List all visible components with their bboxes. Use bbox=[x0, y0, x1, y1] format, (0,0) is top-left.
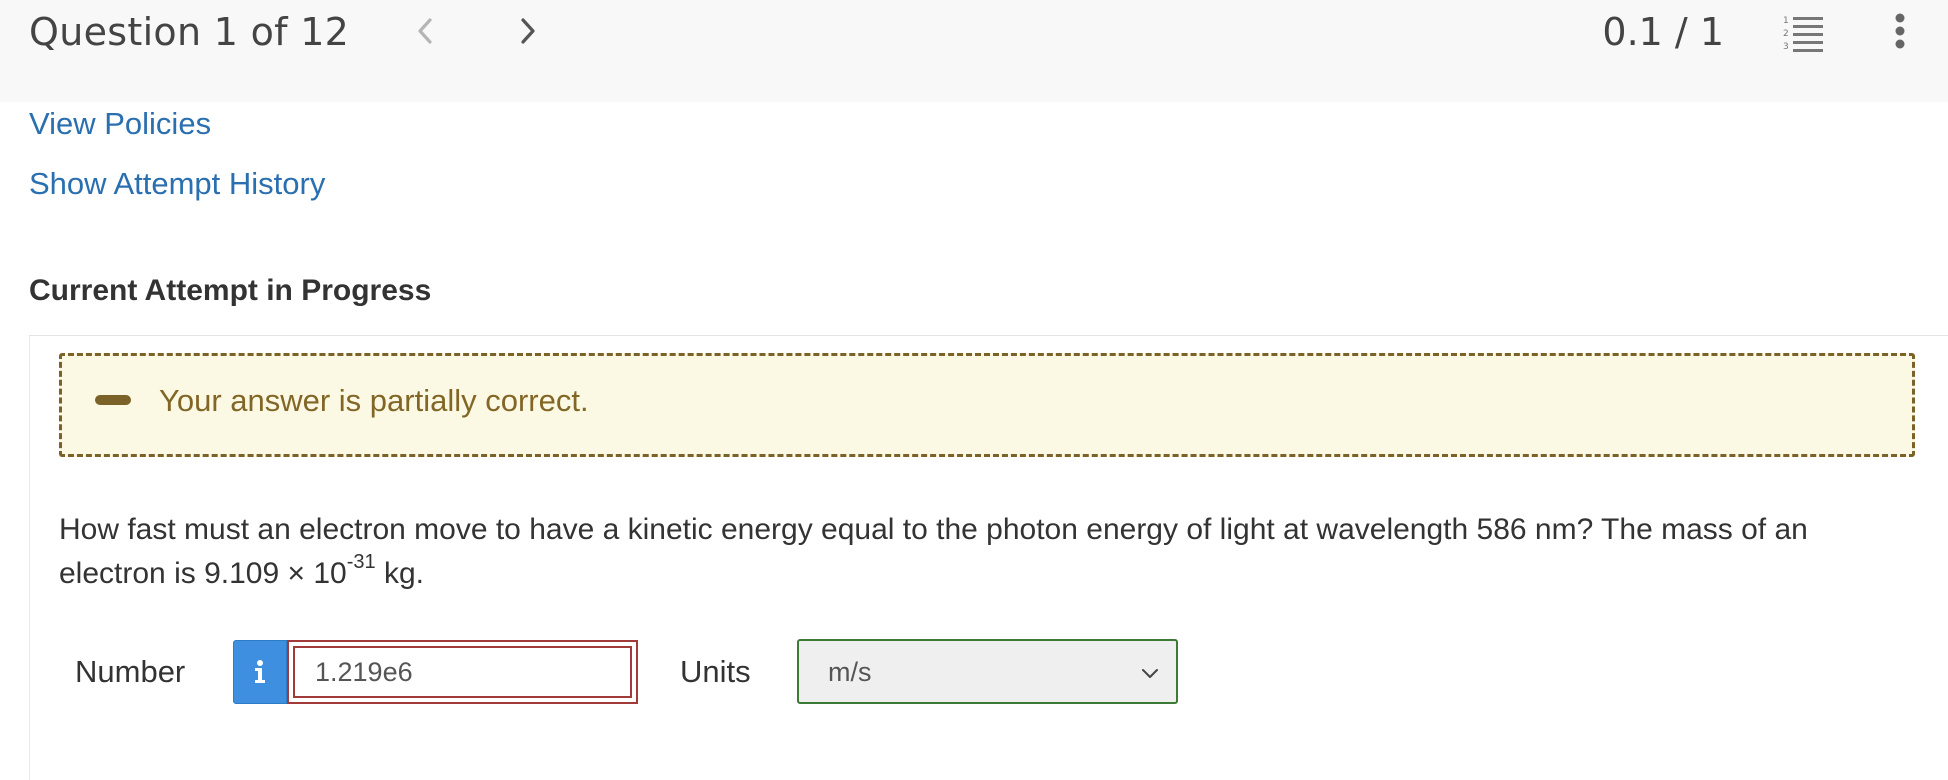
question-text: How fast must an electron move to have a… bbox=[59, 508, 1909, 596]
feedback-message: Your answer is partially correct. bbox=[159, 383, 589, 418]
number-info-button[interactable] bbox=[233, 640, 287, 704]
minus-icon bbox=[95, 395, 131, 405]
numbered-list-icon: 1 2 3 bbox=[1783, 16, 1823, 52]
chevron-right-icon bbox=[521, 18, 535, 44]
kebab-menu-icon bbox=[1895, 13, 1905, 49]
number-answer-input[interactable] bbox=[287, 640, 638, 704]
svg-text:2: 2 bbox=[1783, 29, 1789, 39]
number-label: Number bbox=[75, 654, 186, 689]
next-question-button[interactable] bbox=[505, 8, 551, 54]
info-icon bbox=[255, 660, 265, 683]
feedback-banner: Your answer is partially correct. bbox=[59, 353, 1915, 457]
question-body: How fast must an electron move to have a… bbox=[59, 513, 1808, 590]
question-header: Question 1 of 12 0.1 / 1 1 2 3 bbox=[0, 0, 1948, 102]
question-score: 0.1 / 1 bbox=[1602, 10, 1724, 54]
attempt-section-title: Current Attempt in Progress bbox=[29, 274, 432, 307]
previous-question-button[interactable] bbox=[402, 8, 448, 54]
question-unit: kg. bbox=[375, 557, 424, 590]
svg-text:1: 1 bbox=[1783, 16, 1789, 26]
more-options-button[interactable] bbox=[1880, 10, 1920, 54]
chevron-left-icon bbox=[418, 18, 432, 44]
units-selected-value: m/s bbox=[828, 657, 872, 687]
content-left-border bbox=[29, 336, 30, 780]
view-policies-link[interactable]: View Policies bbox=[29, 104, 211, 144]
question-exponent: -31 bbox=[346, 551, 376, 573]
svg-text:3: 3 bbox=[1783, 42, 1789, 52]
question-counter: Question 1 of 12 bbox=[29, 10, 350, 54]
units-select[interactable]: m/s bbox=[797, 639, 1178, 704]
show-attempt-history-link[interactable]: Show Attempt History bbox=[29, 164, 325, 204]
units-label: Units bbox=[680, 654, 751, 689]
chevron-down-icon bbox=[1142, 669, 1158, 678]
section-divider bbox=[29, 335, 1948, 336]
question-list-button[interactable]: 1 2 3 bbox=[1780, 10, 1828, 54]
